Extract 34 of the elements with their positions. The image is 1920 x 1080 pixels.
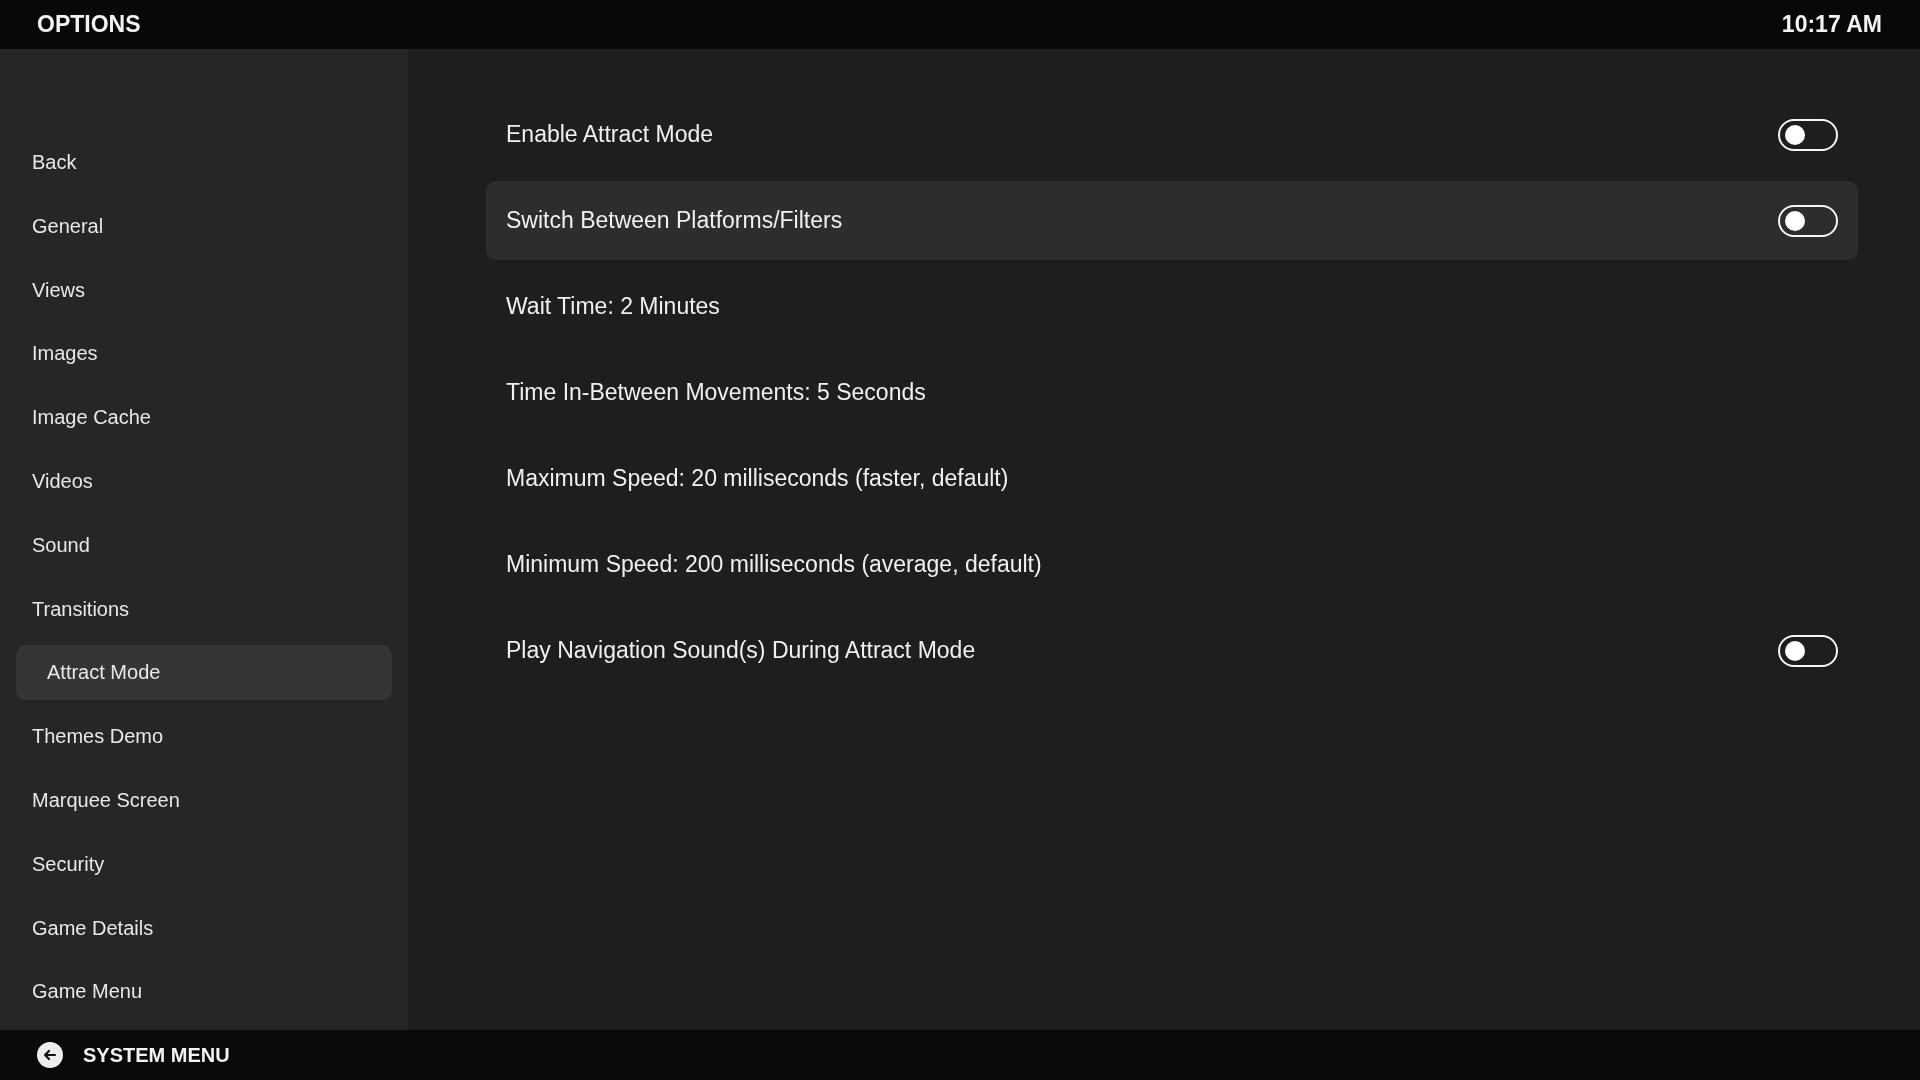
setting-label: Minimum Speed: 200 milliseconds (average, default) (506, 551, 1042, 578)
setting-label: Maximum Speed: 20 milliseconds (faster, default) (506, 465, 1009, 492)
sidebar-item[interactable]: Image Cache (16, 390, 392, 446)
sidebar-item[interactable]: Videos (16, 454, 392, 509)
sidebar-item[interactable]: Game Details (16, 900, 392, 956)
toggle-switch[interactable] (1778, 118, 1838, 151)
sidebar-item[interactable]: Game Menu (16, 964, 392, 1020)
toggle-switch[interactable] (1778, 204, 1838, 237)
system-menu-label[interactable]: SYSTEM MENU (83, 1043, 230, 1067)
sidebar-item[interactable]: Sound (16, 517, 392, 573)
setting-label: Enable Attract Mode (506, 121, 714, 148)
setting-row[interactable]: Wait Time: 2 Minutes (486, 267, 1858, 346)
sidebar-item[interactable]: Themes Demo (16, 709, 392, 765)
setting-row[interactable]: Play Navigation Sound(s) During Attract Mode (486, 611, 1858, 690)
sidebar-item[interactable]: Images (16, 326, 392, 382)
sidebar-item[interactable]: Security (16, 836, 392, 892)
page-title: OPTIONS (37, 11, 141, 38)
setting-row[interactable]: Enable Attract Mode (486, 95, 1858, 174)
setting-label: Wait Time: 2 Minutes (506, 293, 720, 320)
sidebar-item[interactable]: Marquee Screen (16, 772, 392, 828)
setting-label: Play Navigation Sound(s) During Attract Mode (506, 637, 976, 664)
setting-label: Switch Between Platforms/Filters (506, 207, 843, 234)
setting-row[interactable]: Minimum Speed: 200 milliseconds (average, default) (486, 525, 1858, 604)
sidebar-item[interactable]: Transitions (16, 581, 392, 637)
setting-row[interactable]: Maximum Speed: 20 milliseconds (faster, default) (486, 439, 1858, 518)
setting-row[interactable]: Time In-Between Movements: 5 Seconds (486, 353, 1858, 432)
setting-row[interactable]: Switch Between Platforms/Filters (486, 181, 1858, 260)
sidebar-item[interactable]: Views (16, 262, 392, 318)
setting-label: Time In-Between Movements: 5 Seconds (506, 379, 926, 406)
sidebar-item[interactable]: Back (16, 135, 392, 190)
toggle-switch[interactable] (1778, 634, 1838, 667)
sidebar-item[interactable]: General (16, 198, 392, 254)
sidebar-item[interactable]: Attract Mode (16, 645, 392, 701)
clock-time: 10:17 AM (1781, 11, 1882, 38)
